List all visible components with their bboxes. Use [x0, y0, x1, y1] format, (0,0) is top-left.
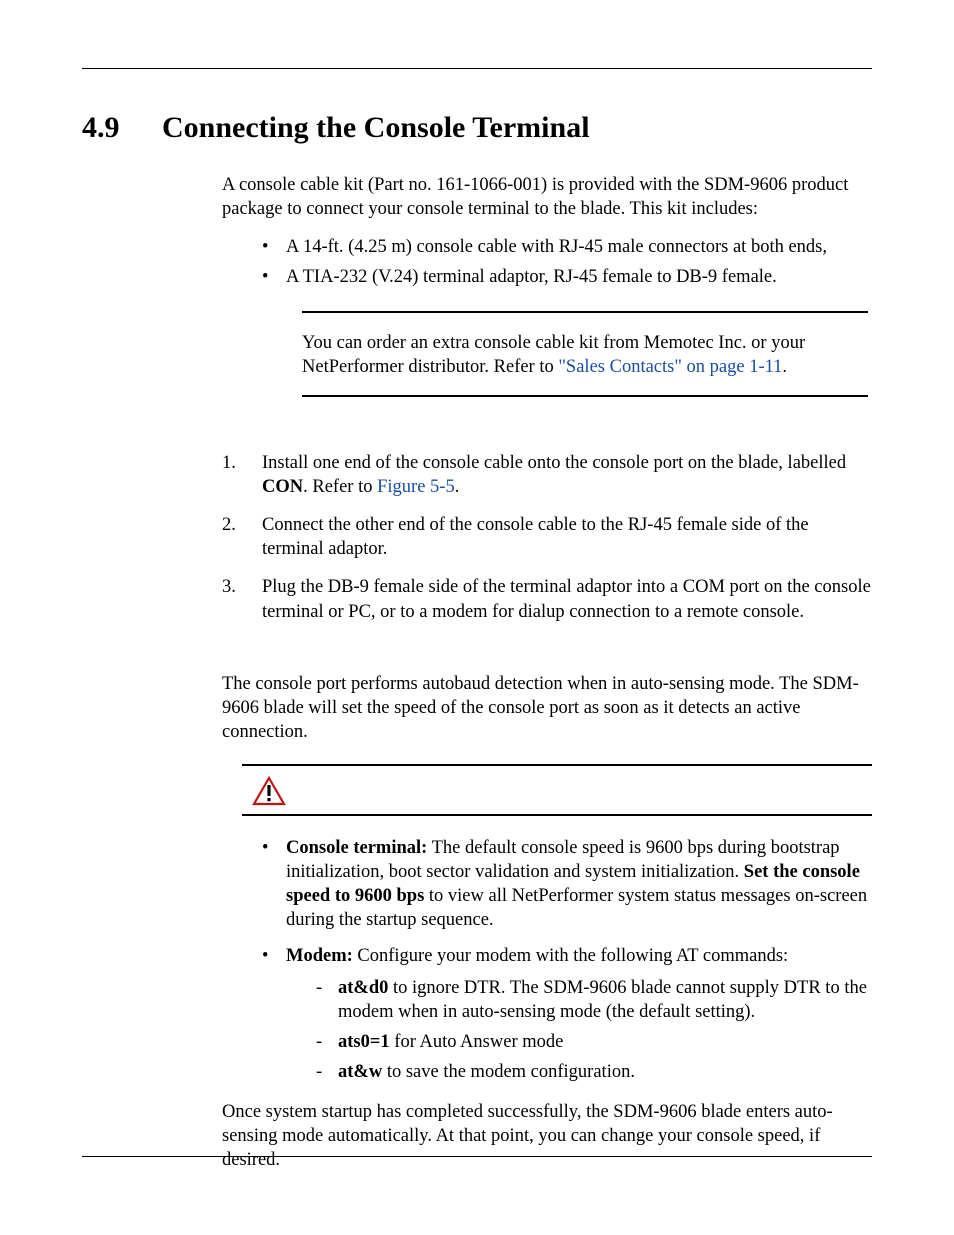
at3-bold: at&w	[338, 1062, 382, 1082]
note-text-post: .	[782, 357, 787, 377]
top-rule	[82, 68, 872, 69]
caution-item: Console terminal: The default console sp…	[262, 836, 872, 932]
at3-text: to save the modem configuration.	[382, 1062, 635, 1082]
warning-icon	[252, 776, 872, 806]
note-body: You can order an extra console cable kit…	[302, 313, 868, 395]
kit-item: A TIA-232 (V.24) terminal adaptor, RJ-45…	[262, 265, 872, 289]
kit-list: A 14-ft. (4.25 m) console cable with RJ-…	[222, 235, 872, 289]
at-commands-list: at&d0 to ignore DTR. The SDM-9606 blade …	[286, 976, 872, 1084]
step-item: Install one end of the console cable ont…	[222, 451, 872, 499]
section-number: 4.9	[82, 111, 162, 145]
section-title: Connecting the Console Terminal	[162, 111, 590, 145]
kit-item: A 14-ft. (4.25 m) console cable with RJ-…	[262, 235, 872, 259]
autobaud-paragraph: The console port performs autobaud detec…	[222, 672, 872, 744]
content-body: A console cable kit (Part no. 161-1066-0…	[222, 173, 872, 1172]
at2-bold: ats0=1	[338, 1032, 390, 1052]
at2-text: for Auto Answer mode	[390, 1032, 564, 1052]
at-command-item: ats0=1 for Auto Answer mode	[316, 1030, 872, 1054]
note-bottom-rule	[302, 395, 868, 397]
caution1-bold1: Console terminal:	[286, 838, 427, 858]
at-command-item: at&w to save the modem configuration.	[316, 1060, 872, 1084]
caution-bottom-rule	[242, 814, 872, 816]
caution-item: Modem: Configure your modem with the fol…	[262, 944, 872, 1084]
steps-list: Install one end of the console cable ont…	[222, 451, 872, 623]
at1-bold: at&d0	[338, 978, 388, 998]
caution-icon-wrap	[222, 766, 872, 814]
step-item: Connect the other end of the console cab…	[222, 513, 872, 561]
step2-text: Connect the other end of the console cab…	[262, 515, 809, 559]
step3-text: Plug the DB-9 female side of the termina…	[262, 577, 871, 621]
sales-contacts-link[interactable]: "Sales Contacts" on page 1-11	[558, 357, 782, 377]
step1-post: .	[455, 477, 460, 497]
step-item: Plug the DB-9 female side of the termina…	[222, 575, 872, 623]
step1-pre: Install one end of the console cable ont…	[262, 453, 846, 473]
caution-list: Console terminal: The default console sp…	[222, 836, 872, 1084]
caution-box	[222, 764, 872, 816]
step1-bold: CON	[262, 477, 303, 497]
at-command-item: at&d0 to ignore DTR. The SDM-9606 blade …	[316, 976, 872, 1024]
note-box: You can order an extra console cable kit…	[222, 311, 872, 397]
section-heading: 4.9 Connecting the Console Terminal	[82, 111, 872, 145]
closing-paragraph: Once system startup has completed succes…	[222, 1100, 872, 1172]
figure-5-5-link[interactable]: Figure 5-5	[377, 477, 455, 497]
page-container: 4.9 Connecting the Console Terminal A co…	[0, 0, 954, 1235]
step1-mid: . Refer to	[303, 477, 377, 497]
caution2-bold1: Modem:	[286, 946, 353, 966]
at1-text: to ignore DTR. The SDM-9606 blade cannot…	[338, 978, 867, 1022]
intro-paragraph: A console cable kit (Part no. 161-1066-0…	[222, 173, 872, 221]
caution2-t1: Configure your modem with the following …	[353, 946, 788, 966]
bottom-rule	[82, 1156, 872, 1157]
